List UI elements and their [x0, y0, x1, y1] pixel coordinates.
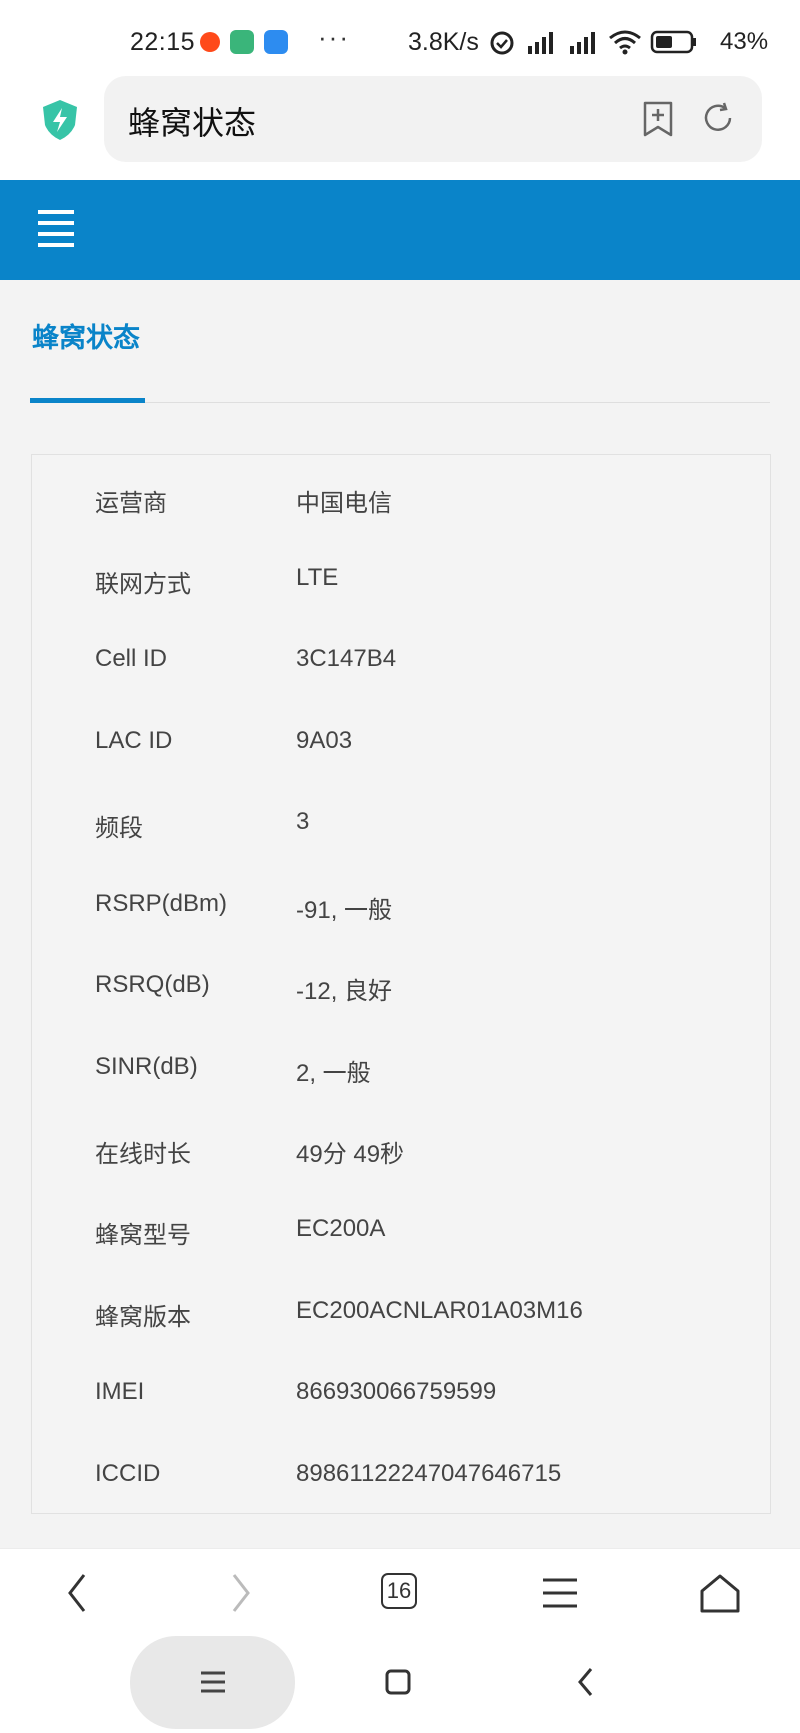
info-label: IMEI	[95, 1378, 145, 1405]
info-label: 在线时长	[95, 1141, 191, 1168]
info-label: 蜂窝型号	[95, 1222, 191, 1249]
info-value: EC200ACNLAR01A03M16	[296, 1297, 583, 1324]
info-value: EC200A	[296, 1215, 386, 1242]
browser-toolbar: 16	[0, 1548, 800, 1637]
address-bar: 蜂窝状态	[0, 70, 800, 180]
info-label: 运营商	[95, 490, 167, 517]
app-header	[0, 180, 800, 280]
info-label: SINR(dB)	[95, 1053, 198, 1080]
battery-icon	[650, 30, 696, 54]
back-chevron-icon[interactable]	[576, 1666, 596, 1698]
home-icon[interactable]	[698, 1571, 742, 1615]
info-value: 9A03	[296, 727, 353, 754]
info-label: 蜂窝版本	[95, 1304, 191, 1331]
forward-icon[interactable]	[226, 1571, 256, 1615]
home-square-icon[interactable]	[385, 1669, 411, 1695]
reload-icon[interactable]	[700, 100, 736, 136]
page-title-in-urlbar: 蜂窝状态	[128, 105, 257, 141]
wifi-icon	[609, 30, 641, 55]
info-value: 866930066759599	[296, 1378, 497, 1405]
more-notifications-icon: ···	[318, 22, 350, 52]
signal-hd-icon	[570, 32, 595, 54]
info-value: -91, 一般	[296, 897, 393, 924]
menu-icon[interactable]	[540, 1571, 580, 1615]
add-bookmark-icon[interactable]	[642, 100, 674, 138]
info-value: 3	[296, 808, 310, 835]
url-field[interactable]: 蜂窝状态	[104, 76, 762, 162]
hamburger-icon[interactable]	[38, 210, 74, 254]
info-value: 中国电信	[296, 490, 392, 517]
info-label: RSRQ(dB)	[95, 971, 210, 998]
app-icon-blue	[264, 30, 288, 54]
section-title[interactable]: 蜂窝状态	[32, 316, 140, 355]
info-label: ICCID	[95, 1460, 161, 1487]
status-time: 22:15	[130, 28, 196, 56]
status-icons	[488, 28, 698, 56]
notification-icons	[200, 30, 288, 54]
back-icon[interactable]	[62, 1571, 92, 1615]
battery-percent: 43%	[720, 28, 769, 55]
cellular-info-panel: 运营商 中国电信 联网方式 LTE Cell ID 3C147B4 LAC ID…	[31, 454, 771, 1514]
info-label: 联网方式	[95, 571, 191, 598]
info-label: Cell ID	[95, 645, 168, 672]
status-bar: 22:15 ··· 3.8K/s 43%	[0, 0, 800, 80]
tabs-icon[interactable]: 16	[381, 1573, 417, 1609]
info-value: 3C147B4	[296, 645, 397, 672]
info-label: LAC ID	[95, 727, 173, 754]
network-speed: 3.8K/s	[408, 28, 479, 56]
notification-app-icon	[200, 32, 220, 52]
shield-lightning-icon[interactable]	[40, 98, 80, 142]
info-value: -12, 良好	[296, 978, 393, 1005]
recents-icon	[201, 1671, 225, 1693]
info-value: 89861122247047646715	[296, 1460, 562, 1487]
info-value: LTE	[296, 564, 339, 591]
info-value: 2, 一般	[296, 1060, 371, 1087]
signal-hd-icon	[528, 32, 553, 54]
alarm-icon	[490, 31, 514, 55]
info-value: 49分 49秒	[296, 1141, 405, 1168]
active-tab-indicator	[30, 398, 145, 403]
info-label: 频段	[95, 815, 143, 842]
info-label: RSRP(dBm)	[95, 890, 228, 917]
recents-button[interactable]	[130, 1636, 295, 1729]
app-icon-green	[230, 30, 254, 54]
